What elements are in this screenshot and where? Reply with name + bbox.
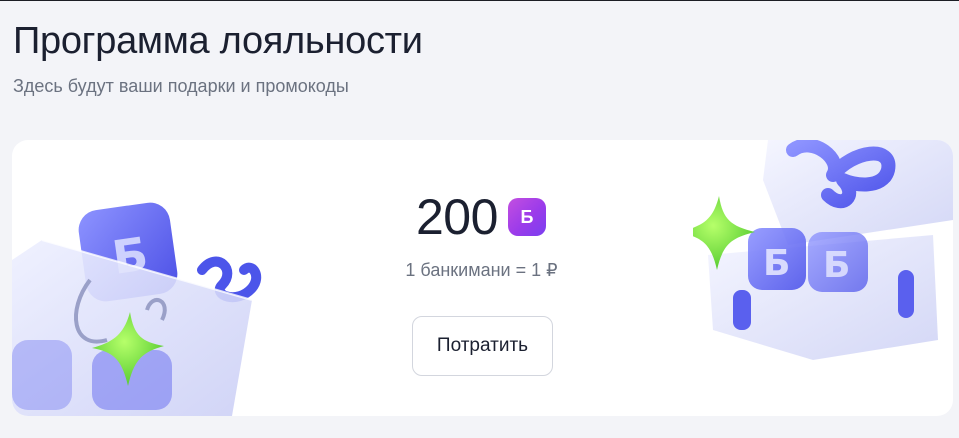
top-border [0,0,959,1]
page-subtitle: Здесь будут ваши подарки и промокоды [13,76,349,96]
page-title: Программа лояльности [13,20,423,62]
balance-block: 200 Б 1 банкимани = 1 ₽ Потратить [12,140,953,416]
bonus-currency-icon: Б [507,198,546,236]
balance-row: 200 Б [416,188,546,246]
loyalty-card: Б Б Б 200 Б 1 банкимани = 1 ₽ Потратить [12,140,953,416]
spend-button[interactable]: Потратить [412,316,553,376]
balance-amount: 200 [416,189,498,245]
exchange-rate-text: 1 банкимани = 1 ₽ [405,260,558,280]
